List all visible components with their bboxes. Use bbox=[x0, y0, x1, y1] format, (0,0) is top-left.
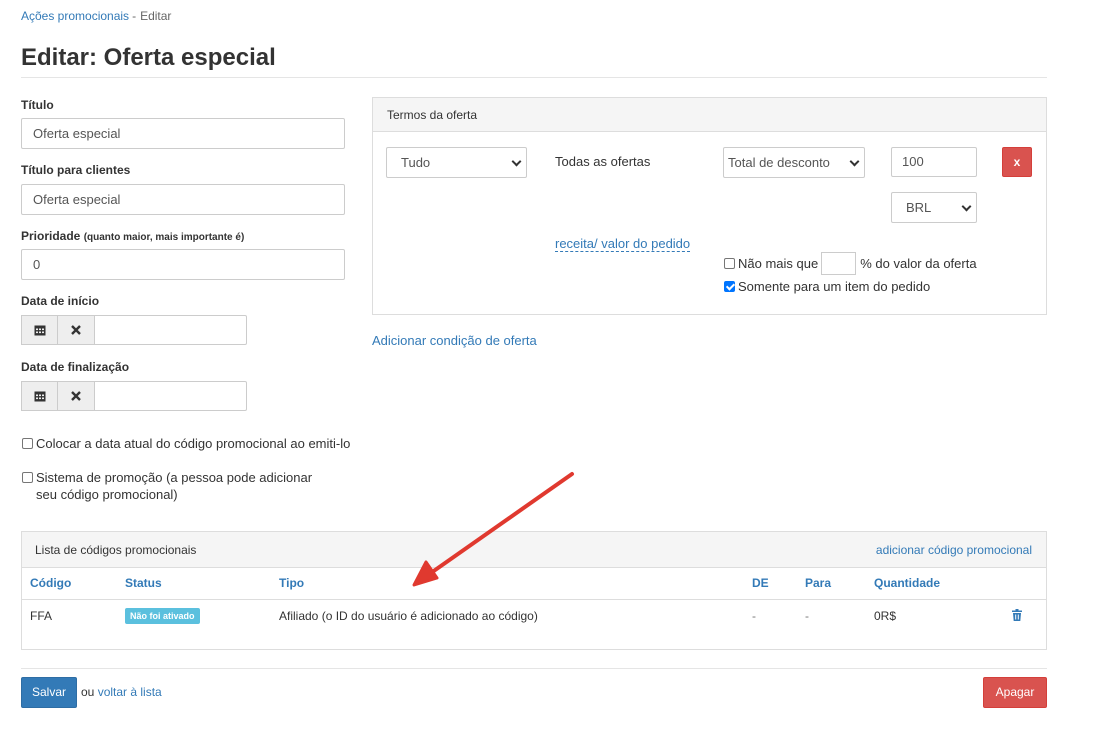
column-header-code[interactable]: Código bbox=[30, 576, 71, 590]
end-date-label: Data de finalização bbox=[21, 360, 130, 374]
title-label: Título bbox=[21, 98, 54, 112]
client-title-input[interactable] bbox=[21, 184, 345, 215]
back-to-list-group: ou voltar à lista bbox=[81, 685, 162, 699]
start-date-group bbox=[21, 315, 247, 345]
add-promo-code-link[interactable]: adicionar código promocional bbox=[876, 543, 1032, 557]
status-badge: Não foi ativado bbox=[125, 608, 200, 624]
save-button[interactable]: Salvar bbox=[21, 677, 77, 708]
current-date-option: Colocar a data atual do código promocion… bbox=[21, 435, 350, 452]
title-divider bbox=[21, 77, 1047, 78]
calendar-icon bbox=[34, 391, 45, 402]
close-icon bbox=[71, 325, 81, 335]
only-one-item-checkbox[interactable] bbox=[724, 281, 735, 292]
cell-to: - bbox=[805, 609, 809, 623]
column-header-quantity[interactable]: Quantidade bbox=[874, 576, 940, 590]
not-more-than-suffix: % do valor da oferta bbox=[860, 256, 977, 271]
column-header-type[interactable]: Tipo bbox=[279, 576, 304, 590]
promo-codes-header: Lista de códigos promocionais adicionar … bbox=[22, 532, 1046, 568]
trash-icon[interactable] bbox=[1012, 609, 1022, 621]
end-date-group bbox=[21, 381, 247, 411]
not-more-than-prefix: Não mais que bbox=[738, 256, 819, 271]
end-date-input[interactable] bbox=[95, 381, 247, 411]
column-header-from[interactable]: DE bbox=[752, 576, 769, 590]
currency-value: BRL bbox=[906, 200, 932, 215]
offer-terms-panel: Termos da oferta Tudo Todas as ofertas T… bbox=[372, 97, 1047, 315]
discount-type-value: Total de desconto bbox=[728, 155, 830, 170]
column-header-to[interactable]: Para bbox=[805, 576, 831, 590]
back-to-list-link[interactable]: voltar à lista bbox=[98, 685, 162, 699]
not-more-than-checkbox[interactable] bbox=[724, 258, 735, 269]
promo-system-option: Sistema de promoção (a pessoa pode adici… bbox=[21, 469, 331, 503]
only-one-item-label: Somente para um item do pedido bbox=[738, 279, 931, 294]
discount-type-select[interactable]: Total de desconto bbox=[723, 147, 865, 178]
all-offers-text: Todas as ofertas bbox=[555, 154, 651, 169]
offer-terms-heading: Termos da oferta bbox=[373, 98, 1046, 132]
calendar-icon bbox=[34, 325, 45, 336]
delete-button[interactable]: Apagar bbox=[983, 677, 1047, 708]
scope-select[interactable]: Tudo bbox=[386, 147, 527, 178]
table-divider bbox=[22, 599, 1046, 600]
start-date-clear-button[interactable] bbox=[58, 315, 95, 345]
cell-code: FFA bbox=[30, 609, 53, 623]
start-date-input[interactable] bbox=[95, 315, 247, 345]
priority-label: Prioridade (quanto maior, mais important… bbox=[21, 229, 244, 243]
or-text: ou bbox=[81, 685, 95, 699]
title-input[interactable] bbox=[21, 118, 345, 149]
client-title-label: Título para clientes bbox=[21, 163, 131, 177]
priority-label-text: Prioridade bbox=[21, 229, 81, 243]
footer-divider bbox=[21, 668, 1047, 669]
add-offer-condition-link[interactable]: Adicionar condição de oferta bbox=[372, 333, 537, 348]
promo-codes-heading: Lista de códigos promocionais bbox=[35, 543, 197, 557]
breadcrumb-separator: - bbox=[132, 9, 137, 23]
percent-input[interactable] bbox=[821, 252, 857, 275]
promo-codes-panel: Lista de códigos promocionais adicionar … bbox=[21, 531, 1047, 650]
end-date-clear-button[interactable] bbox=[58, 381, 95, 411]
promo-system-label: Sistema de promoção (a pessoa pode adici… bbox=[36, 470, 313, 502]
breadcrumb-link-promotions[interactable]: Ações promocionais bbox=[21, 9, 129, 23]
column-header-status[interactable]: Status bbox=[125, 576, 162, 590]
only-one-item-option: Somente para um item do pedido bbox=[723, 278, 930, 295]
not-more-than-option: Não mais que % do valor da oferta bbox=[723, 252, 977, 275]
start-date-label: Data de início bbox=[21, 294, 100, 308]
currency-select[interactable]: BRL bbox=[891, 192, 977, 223]
promo-system-checkbox[interactable] bbox=[22, 472, 33, 483]
remove-term-button[interactable]: x bbox=[1002, 147, 1032, 177]
end-date-calendar-button[interactable] bbox=[21, 381, 58, 411]
revenue-link[interactable]: receita/ valor do pedido bbox=[555, 236, 691, 252]
amount-input[interactable]: 100 bbox=[891, 147, 977, 177]
priority-input[interactable] bbox=[21, 249, 345, 280]
start-date-calendar-button[interactable] bbox=[21, 315, 58, 345]
breadcrumb-current: Editar bbox=[140, 9, 172, 23]
current-date-label: Colocar a data atual do código promocion… bbox=[36, 436, 351, 451]
chevron-down-icon bbox=[511, 156, 522, 167]
cell-quantity: 0R$ bbox=[874, 609, 897, 623]
breadcrumb: Ações promocionais - Editar bbox=[21, 9, 171, 23]
cell-type: Afiliado (o ID do usuário é adicionado a… bbox=[279, 609, 538, 623]
cell-from: - bbox=[752, 609, 756, 623]
scope-select-value: Tudo bbox=[401, 155, 431, 170]
current-date-checkbox[interactable] bbox=[22, 438, 33, 449]
close-icon bbox=[71, 391, 81, 401]
chevron-down-icon bbox=[849, 156, 860, 167]
page-title: Editar: Oferta especial bbox=[21, 44, 276, 71]
chevron-down-icon bbox=[961, 201, 972, 212]
priority-hint: (quanto maior, mais importante é) bbox=[83, 232, 245, 243]
